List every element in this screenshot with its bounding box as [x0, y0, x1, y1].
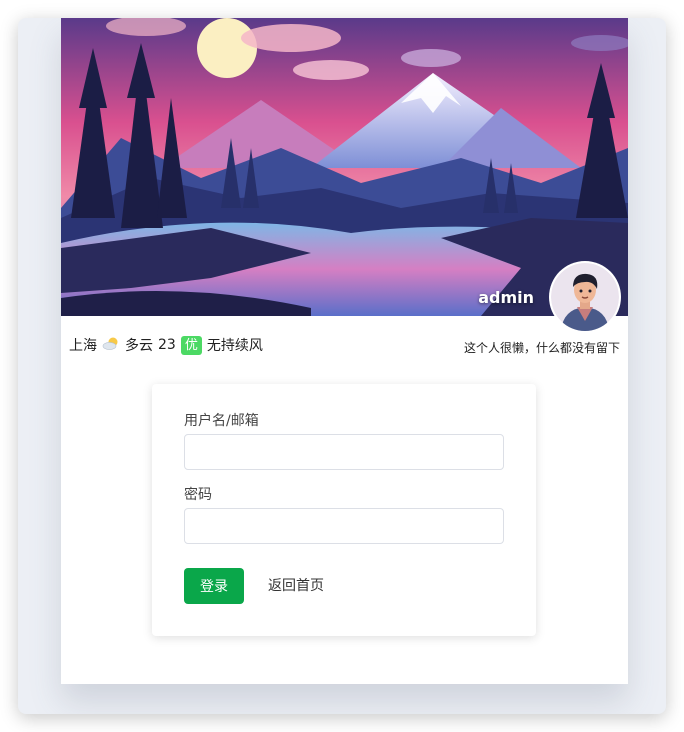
- password-input[interactable]: [184, 508, 504, 544]
- profile-banner: admin: [61, 18, 628, 316]
- user-avatar[interactable]: [549, 261, 621, 333]
- login-button[interactable]: 登录: [184, 568, 244, 604]
- weather-city: 上海: [69, 338, 97, 354]
- username-label: 用户名/邮箱: [184, 413, 259, 429]
- back-to-home-link[interactable]: 返回首页: [268, 568, 324, 604]
- page-container: admin 上海 多云 23 优 无持续风 这个人很懒，什么都没有留下 用户名/…: [61, 18, 628, 684]
- login-form: 用户名/邮箱 密码 登录 返回首页: [152, 384, 536, 636]
- aqi-badge: 优: [180, 335, 202, 355]
- weather-condition: 多云: [125, 338, 153, 354]
- profile-signature: 这个人很懒，什么都没有留下: [463, 341, 620, 355]
- weather-temperature: 23: [158, 337, 176, 353]
- username-input[interactable]: [184, 434, 504, 470]
- profile-username[interactable]: admin: [478, 288, 534, 307]
- avatar-image: [551, 263, 619, 331]
- password-label: 密码: [184, 487, 212, 503]
- browser-window: admin 上海 多云 23 优 无持续风 这个人很懒，什么都没有留下 用户名/…: [18, 18, 666, 714]
- weather-widget: 上海 多云 23 优 无持续风: [69, 335, 263, 355]
- landscape-banner-image: [61, 18, 628, 316]
- partly-cloudy-icon: [102, 336, 120, 354]
- weather-wind: 无持续风: [206, 338, 263, 354]
